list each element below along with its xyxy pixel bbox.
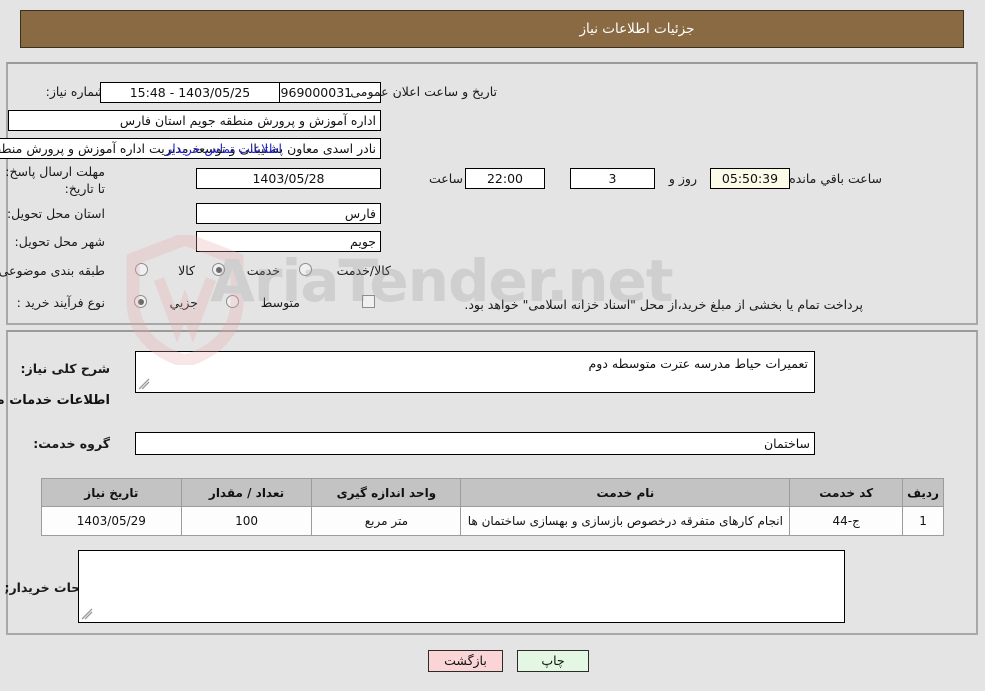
announce-datetime-label: تاریخ و ساعت اعلان عمومی: xyxy=(346,84,497,99)
page-root: AriaTender.net جزئیات اطلاعات نیاز شماره… xyxy=(0,0,985,691)
table-row: 1 ج-44 انجام کارهای متفرقه درخصوص بازساز… xyxy=(41,506,944,536)
th-radif: ردیف xyxy=(902,478,944,507)
delivery-city-field[interactable]: جویم xyxy=(196,231,381,252)
countdown-label: ساعت باقي مانده xyxy=(789,171,882,186)
window-title-bar: جزئیات اطلاعات نیاز xyxy=(20,10,964,48)
cell-unit: متر مربع xyxy=(311,506,462,536)
print-button[interactable]: چاپ xyxy=(517,650,589,672)
radio-category-kala-khedmat[interactable] xyxy=(299,263,312,276)
back-button[interactable]: بازگشت xyxy=(428,650,503,672)
delivery-province-label: استان محل تحویل: xyxy=(6,206,105,221)
deadline-hour-field[interactable]: 22:00 xyxy=(465,168,545,189)
radio-process-jozii-label: جزیي xyxy=(169,295,198,310)
resize-grip-icon xyxy=(138,378,150,390)
radio-category-kala-label: کالا xyxy=(178,263,195,278)
cell-radif: 1 xyxy=(902,506,944,536)
th-service-code: کد خدمت xyxy=(789,478,904,507)
remaining-days-field[interactable]: 3 xyxy=(570,168,655,189)
page-title: جزئیات اطلاعات نیاز xyxy=(579,21,695,37)
resize-grip-icon xyxy=(81,608,93,620)
radio-category-kala-khedmat-label: کالا/خدمت xyxy=(336,263,391,278)
table-header-row: ردیف کد خدمت نام خدمت واحد اندازه گیری ت… xyxy=(41,478,944,507)
hour-label: ساعت xyxy=(428,171,463,186)
services-section-heading: اطلاعات خدمات مورد نیاز xyxy=(0,393,110,408)
cell-service-code: ج-44 xyxy=(789,506,904,536)
treasury-documents-checkbox[interactable] xyxy=(362,295,375,308)
need-summary-label: شرح کلی نیاز: xyxy=(20,361,110,376)
th-need-date: تاریخ نیاز xyxy=(41,478,182,507)
deadline-date-field[interactable]: 1403/05/28 xyxy=(196,168,381,189)
radio-category-khedmat-label: خدمت xyxy=(246,263,280,278)
response-deadline-label: مهلت ارسال پاسخ: تا تاریخ: xyxy=(5,164,105,196)
need-summary-textarea[interactable]: تعمیرات حیاط مدرسه عترت متوسطه دوم xyxy=(135,351,815,393)
radio-category-khedmat[interactable] xyxy=(212,263,225,276)
announce-datetime-field[interactable]: 1403/05/25 - 15:48 xyxy=(100,82,280,103)
cell-service-name: انجام کارهای متفرقه درخصوص بازسازی و بهس… xyxy=(460,506,791,536)
th-unit: واحد اندازه گیری xyxy=(311,478,462,507)
radio-process-motevaset[interactable] xyxy=(226,295,239,308)
delivery-city-label: شهر محل تحویل: xyxy=(14,234,105,249)
subject-category-label: طبقه بندی موضوعی: xyxy=(0,263,105,278)
treasury-documents-text: پرداخت تمام یا بخشی از مبلغ خرید،از محل … xyxy=(464,297,863,312)
days-label: روز و xyxy=(668,171,697,186)
need-summary-text: تعمیرات حیاط مدرسه عترت متوسطه دوم xyxy=(588,356,808,371)
radio-process-motevaset-label: متوسط xyxy=(260,295,300,310)
th-service-name: نام خدمت xyxy=(460,478,791,507)
radio-category-kala[interactable] xyxy=(135,263,148,276)
buyer-contact-link[interactable]: اطلاعات تماس خریدار xyxy=(166,141,282,156)
th-quantity: تعداد / مقدار xyxy=(180,478,313,507)
services-table: ردیف کد خدمت نام خدمت واحد اندازه گیری ت… xyxy=(41,478,944,536)
buyer-org-field[interactable]: اداره آموزش و پرورش منطقه جویم استان فار… xyxy=(8,110,381,131)
radio-process-jozii[interactable] xyxy=(134,295,147,308)
need-number-label: شماره نیاز: xyxy=(45,84,105,99)
cell-need-date: 1403/05/29 xyxy=(41,506,182,536)
purchase-process-label: نوع فرآیند خرید : xyxy=(16,295,105,310)
service-group-field[interactable]: ساختمان xyxy=(135,432,815,455)
cell-quantity: 100 xyxy=(180,506,313,536)
buyer-notes-textarea[interactable] xyxy=(78,550,845,623)
service-group-label: گروه خدمت: xyxy=(33,436,110,451)
delivery-province-field[interactable]: فارس xyxy=(196,203,381,224)
countdown-field: 05:50:39 xyxy=(710,168,790,189)
